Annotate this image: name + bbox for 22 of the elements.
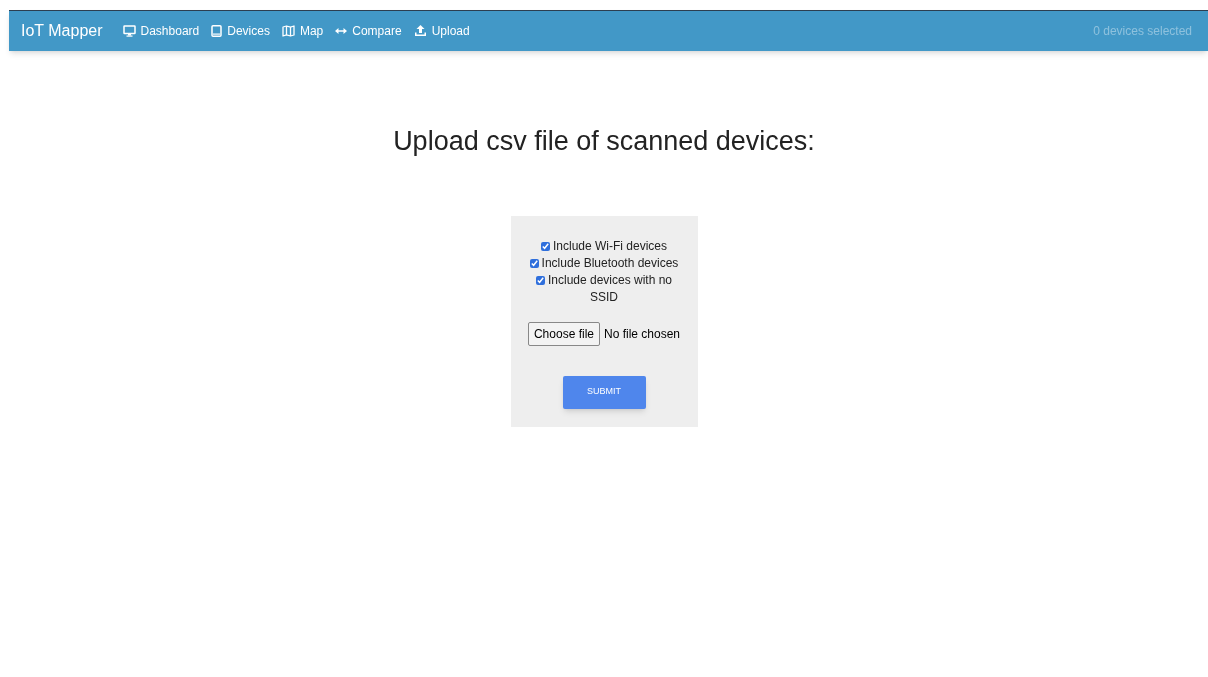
checkbox[interactable] bbox=[540, 241, 550, 251]
nav-link[interactable]: Map bbox=[281, 22, 324, 40]
page-heading: Upload csv file of scanned devices: bbox=[392, 125, 816, 158]
monitor-icon bbox=[122, 25, 136, 37]
left-right-arrow-icon bbox=[335, 27, 348, 35]
upload-icon bbox=[413, 25, 427, 37]
option-label: Include devices with no SSID bbox=[547, 272, 673, 304]
submit-button[interactable]: SUBMIT bbox=[562, 375, 646, 409]
checkbox[interactable] bbox=[529, 258, 539, 268]
nav-link[interactable]: Dashboard bbox=[122, 22, 200, 40]
option-label: Include Bluetooth devices bbox=[541, 255, 679, 270]
choose-file-button[interactable]: Choose file bbox=[527, 321, 600, 346]
tablet-icon bbox=[211, 25, 223, 37]
option-label: Include Wi-Fi devices bbox=[552, 238, 667, 253]
nav-link[interactable]: Devices bbox=[211, 22, 270, 40]
checkbox[interactable] bbox=[535, 275, 545, 285]
selection-count: 0 devices selected bbox=[1093, 23, 1193, 40]
app-title[interactable]: IoT Mapper bbox=[21, 19, 103, 43]
nav-link[interactable]: Upload bbox=[413, 22, 470, 40]
nav-link[interactable]: Compare bbox=[335, 22, 402, 40]
file-status: No file chosen bbox=[604, 325, 681, 343]
map-icon bbox=[281, 25, 295, 37]
